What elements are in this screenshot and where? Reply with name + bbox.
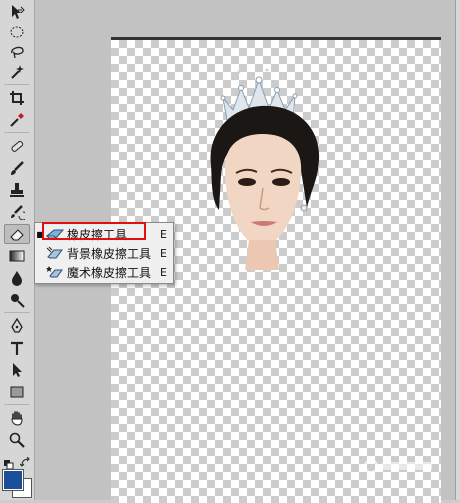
type-tool-icon[interactable] [4, 338, 30, 358]
path-selection-tool-icon[interactable] [4, 360, 30, 380]
hand-tool-icon[interactable] [4, 408, 30, 428]
eraser-tool-icon[interactable] [4, 224, 30, 244]
brush-tool-icon[interactable] [4, 158, 30, 178]
eyedropper-tool-icon[interactable] [4, 110, 30, 130]
marquee-tool-icon[interactable] [4, 22, 30, 42]
scrollbar-edge[interactable] [455, 0, 460, 500]
history-brush-tool-icon[interactable] [4, 202, 30, 222]
flyout-item-shortcut: E [160, 265, 167, 279]
background-eraser-icon [46, 245, 64, 261]
pen-tool-icon[interactable] [4, 316, 30, 336]
flyout-item-shortcut: E [160, 227, 167, 241]
tools-panel [0, 0, 35, 500]
move-tool-icon[interactable] [4, 2, 30, 22]
portrait-image [210, 68, 320, 270]
lasso-tool-icon[interactable] [4, 42, 30, 62]
flyout-item-magic-eraser[interactable]: 魔术橡皮擦工具 E [35, 263, 173, 281]
foreground-color-swatch[interactable] [2, 469, 24, 491]
flyout-item-label: 背景橡皮擦工具 [67, 246, 152, 261]
clone-stamp-tool-icon[interactable] [4, 180, 30, 200]
magic-wand-tool-icon[interactable] [4, 62, 30, 82]
shape-tool-icon[interactable] [4, 382, 30, 402]
gradient-tool-icon[interactable] [4, 246, 30, 266]
watermark-logo [364, 459, 434, 476]
magic-eraser-icon [46, 264, 64, 280]
flyout-item-label: 魔术橡皮擦工具 [67, 265, 152, 280]
flyout-item-shortcut: E [160, 246, 167, 260]
annotation-highlight-box [42, 222, 146, 240]
flyout-item-background-eraser[interactable]: 背景橡皮擦工具 E [35, 244, 173, 262]
blur-tool-icon[interactable] [4, 268, 30, 288]
dodge-tool-icon[interactable] [4, 290, 30, 310]
crop-tool-icon[interactable] [4, 88, 30, 108]
healing-brush-tool-icon[interactable] [4, 136, 30, 156]
zoom-tool-icon[interactable] [4, 430, 30, 450]
